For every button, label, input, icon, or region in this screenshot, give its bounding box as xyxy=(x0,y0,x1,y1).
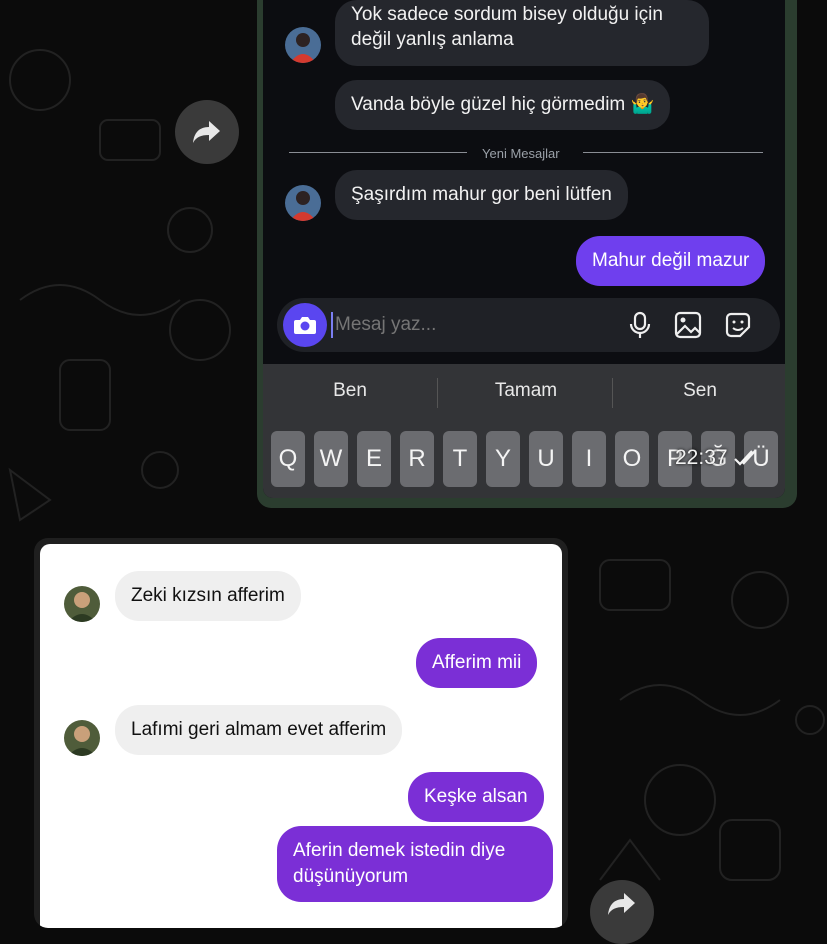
new-messages-divider: Yeni Mesajlar xyxy=(482,146,560,161)
divider-line xyxy=(289,152,467,153)
suggestion-ben[interactable]: Ben xyxy=(265,380,435,402)
key-w[interactable]: W xyxy=(314,431,348,487)
avatar xyxy=(285,27,321,63)
microphone-icon[interactable] xyxy=(625,310,655,340)
message-bubble: Yok sadece sordum bisey olduğu için deği… xyxy=(335,0,709,66)
message-text: Keşke alsan xyxy=(424,786,528,807)
divider-line xyxy=(583,152,763,153)
timestamp-text: 22:37 xyxy=(675,446,728,469)
message-text: Vanda böyle güzel hiç görmedim 🤷‍♂️ xyxy=(351,94,655,115)
suggestion-tamam[interactable]: Tamam xyxy=(441,380,611,402)
message-text-line: değil yanlış anlama xyxy=(351,29,514,50)
message-composer xyxy=(277,298,780,352)
forward-icon xyxy=(608,893,635,915)
message-text-line: düşünüyorum xyxy=(293,866,409,887)
forward-button[interactable] xyxy=(590,880,654,944)
key-i[interactable]: I xyxy=(572,431,606,487)
message-text: Mahur değil mazur xyxy=(592,250,750,271)
message-bubble: Zeki kızsın afferim xyxy=(115,571,301,621)
light-chat-screenshot: Zeki kızsın afferim Afferim mii Lafımi g… xyxy=(40,544,562,928)
key-y[interactable]: Y xyxy=(486,431,520,487)
message-timestamp: 22:37 xyxy=(675,446,763,470)
message-bubble: Şaşırdım mahur gor beni lütfen xyxy=(335,170,628,220)
message-text-line: Yok sadece sordum bisey olduğu için xyxy=(351,4,663,25)
avatar xyxy=(64,720,100,756)
message-bubble-sent: Mahur değil mazur xyxy=(576,236,766,286)
dark-chat-screenshot: Yok sadece sordum bisey olduğu için deği… xyxy=(263,0,785,498)
avatar xyxy=(64,586,100,622)
message-text-line: Aferin demek istedin diye xyxy=(293,840,506,861)
message-bubble-sent: Keşke alsan xyxy=(408,772,544,822)
message-bubble: Lafımi geri almam evet afferim xyxy=(115,705,403,755)
key-r[interactable]: R xyxy=(400,431,434,487)
suggestion-sen[interactable]: Sen xyxy=(615,380,785,402)
forward-icon xyxy=(193,121,220,143)
key-o[interactable]: O xyxy=(615,431,649,487)
image-message-top[interactable]: Yok sadece sordum bisey olduğu için deği… xyxy=(257,0,797,508)
avatar xyxy=(285,185,321,221)
sticker-icon[interactable] xyxy=(723,310,753,340)
key-t[interactable]: T xyxy=(443,431,477,487)
message-input[interactable] xyxy=(333,313,587,337)
camera-icon xyxy=(294,317,316,334)
suggestion-divider xyxy=(437,378,438,408)
key-u[interactable]: U xyxy=(529,431,563,487)
key-q[interactable]: Q xyxy=(271,431,305,487)
message-text: Zeki kızsın afferim xyxy=(131,585,285,606)
gallery-icon[interactable] xyxy=(673,310,703,340)
message-text: Şaşırdım mahur gor beni lütfen xyxy=(351,184,612,205)
message-bubble-sent: Afferim mii xyxy=(416,638,538,688)
message-text: Lafımi geri almam evet afferim xyxy=(131,719,387,740)
keyboard: Ben Tamam Sen Q W E R T Y U I O P Ğ Ü xyxy=(263,364,785,498)
camera-button[interactable] xyxy=(283,303,327,347)
double-check-icon xyxy=(734,450,757,467)
message-bubble: Vanda böyle güzel hiç görmedim 🤷‍♂️ xyxy=(335,80,671,130)
message-bubble-sent: Aferin demek istedin diye düşünüyorum xyxy=(277,826,553,902)
message-text: Afferim mii xyxy=(432,652,522,673)
suggestion-divider xyxy=(612,378,613,408)
forward-button[interactable] xyxy=(175,100,239,164)
key-e[interactable]: E xyxy=(357,431,391,487)
image-message-bottom[interactable]: Zeki kızsın afferim Afferim mii Lafımi g… xyxy=(34,538,568,928)
